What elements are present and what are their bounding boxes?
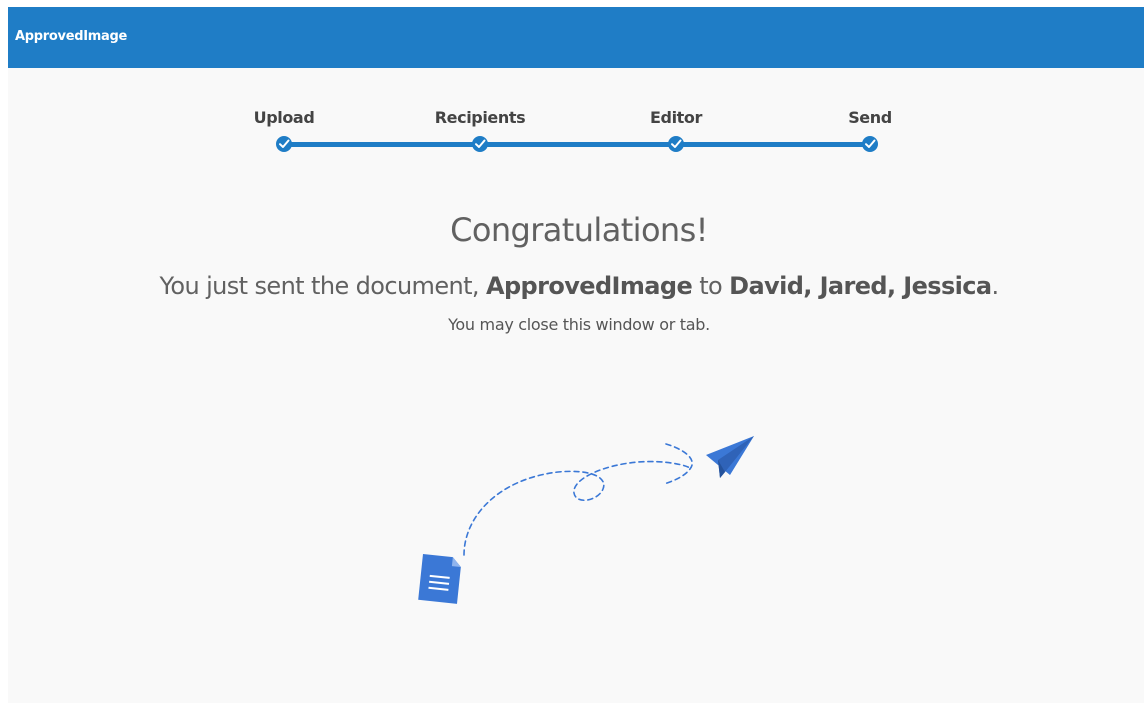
progress-stepper: Upload Recipients Editor Send <box>8 7 1144 177</box>
paper-plane-icon <box>706 436 754 478</box>
check-circle-icon <box>668 136 684 152</box>
step-upload: Upload <box>224 107 344 152</box>
step-label: Send <box>848 108 892 127</box>
close-window-note: You may close this window or tab. <box>448 315 710 334</box>
step-label: Upload <box>253 108 315 127</box>
message-to: to <box>699 272 723 300</box>
message-suffix: . <box>991 272 999 300</box>
page-title: Congratulations! <box>450 211 708 249</box>
stepper-track <box>279 142 866 147</box>
flight-path <box>418 436 754 604</box>
step-label: Editor <box>650 108 702 127</box>
check-circle-icon <box>472 136 488 152</box>
step-label: Recipients <box>434 108 526 127</box>
step-recipients: Recipients <box>420 107 540 152</box>
check-circle-icon <box>862 136 878 152</box>
app-frame: ApprovedImage Upload Recipients Editor S… <box>8 7 1144 703</box>
document-name: ApprovedImage <box>486 272 693 300</box>
sent-illustration <box>398 417 778 617</box>
sent-message: You just sent the document, ApprovedImag… <box>8 272 1144 300</box>
check-circle-icon <box>276 136 292 152</box>
document-icon <box>418 554 461 604</box>
message-prefix: You just sent the document, <box>159 272 479 300</box>
recipient-names: David, Jared, Jessica <box>729 272 992 300</box>
step-send: Send <box>810 107 930 152</box>
step-editor: Editor <box>616 107 736 152</box>
